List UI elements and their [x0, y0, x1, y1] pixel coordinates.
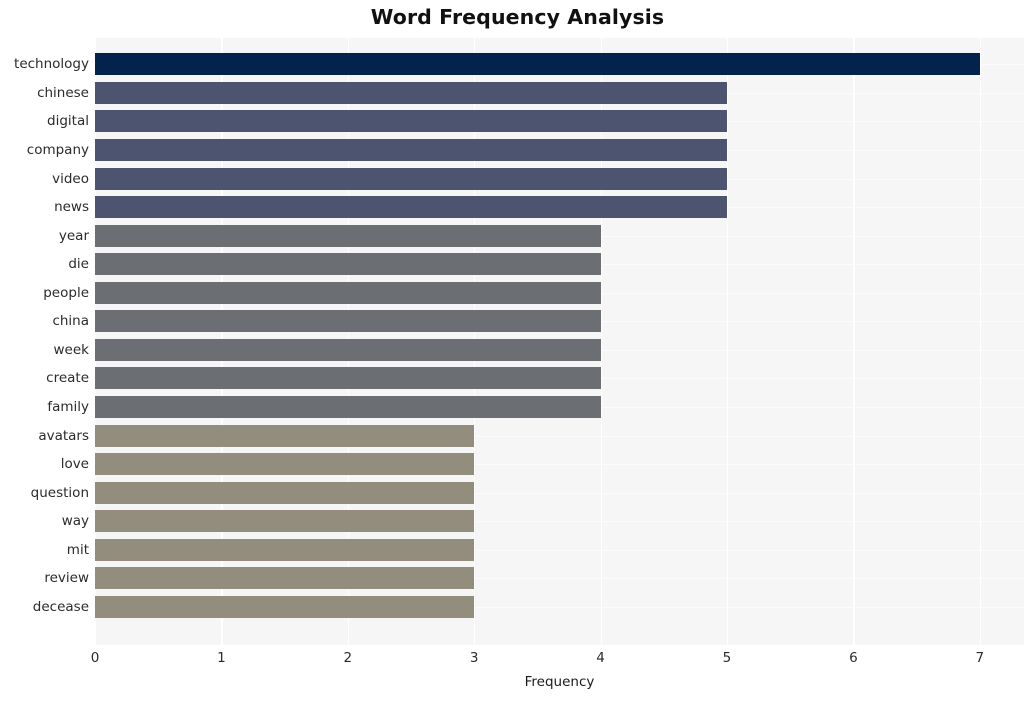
y-axis-tick-label: video [52, 171, 89, 187]
bar[interactable] [95, 367, 601, 389]
y-axis-tick-label: mit [66, 542, 89, 558]
bar[interactable] [95, 453, 475, 475]
x-axis-tick-label: 6 [849, 650, 858, 666]
y-axis-tick-label: create [46, 370, 89, 386]
plot-area [95, 38, 1024, 645]
y-axis-tick-label: year [58, 228, 89, 244]
y-axis-tick-label: way [61, 513, 89, 529]
y-axis-tick-label: news [54, 199, 89, 215]
bar[interactable] [95, 482, 475, 504]
y-axis-tick-label: technology [14, 56, 89, 72]
bar[interactable] [95, 596, 475, 618]
y-axis-tick-label: week [53, 342, 89, 358]
bar[interactable] [95, 425, 475, 447]
y-axis-tick-label: love [60, 456, 89, 472]
y-axis-tick-label: people [43, 285, 89, 301]
bar[interactable] [95, 225, 601, 247]
x-axis-label: Frequency [524, 674, 595, 690]
y-axis-tick-label: china [52, 313, 89, 329]
bar[interactable] [95, 310, 601, 332]
bar[interactable] [95, 139, 727, 161]
bar[interactable] [95, 282, 601, 304]
y-axis-tick-label: family [47, 399, 89, 415]
x-axis-tick-label: 3 [469, 650, 479, 666]
x-axis-tick-label: 0 [90, 650, 100, 666]
x-axis-tick-label: 5 [722, 650, 732, 666]
y-axis-tick-label: decease [32, 599, 89, 615]
x-axis-tick-label: 1 [217, 650, 226, 666]
y-axis-tick-label: company [26, 142, 89, 158]
bar[interactable] [95, 539, 475, 561]
bar[interactable] [95, 567, 475, 589]
y-axis-tick-label: avatars [38, 428, 89, 444]
x-axis-tick-label: 4 [596, 650, 605, 666]
gridline-vertical [726, 38, 729, 645]
chart-title: Word Frequency Analysis [370, 5, 665, 29]
y-axis-tick-label: chinese [37, 85, 89, 101]
bar[interactable] [95, 396, 601, 418]
bar[interactable] [95, 110, 727, 132]
gridline-vertical [979, 38, 981, 645]
bar[interactable] [95, 253, 601, 275]
bar[interactable] [95, 339, 601, 361]
y-axis-tick-label: digital [47, 113, 89, 129]
bar[interactable] [95, 53, 980, 75]
y-axis-tick-label: review [44, 570, 89, 586]
bar[interactable] [95, 168, 727, 190]
bar[interactable] [95, 82, 727, 104]
bar[interactable] [95, 510, 475, 532]
y-axis-tick-label: question [30, 485, 89, 501]
chart-figure: Word Frequency Analysis technology chines… [0, 0, 1035, 701]
gridline-vertical [853, 38, 855, 645]
bar[interactable] [95, 196, 727, 218]
x-axis-tick-label: 7 [975, 650, 985, 666]
x-axis-tick-label: 2 [343, 650, 353, 666]
y-axis-tick-label: die [68, 256, 89, 272]
